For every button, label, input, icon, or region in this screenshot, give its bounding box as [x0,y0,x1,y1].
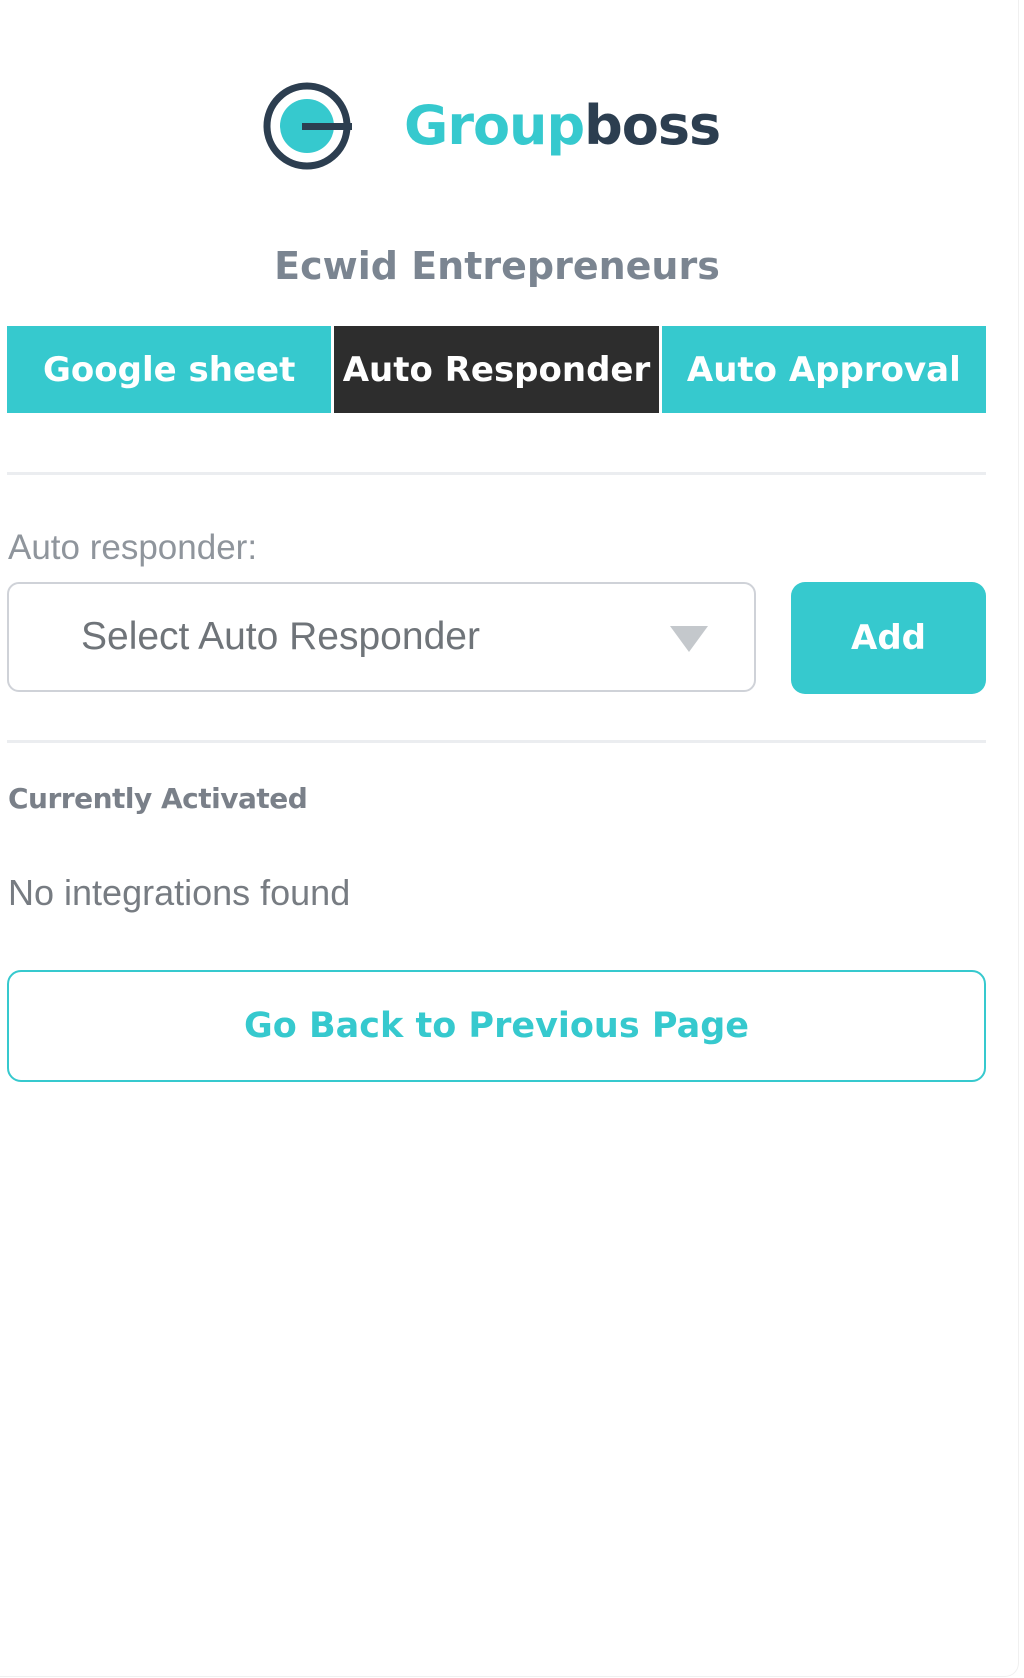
divider [7,472,986,475]
tab-google-sheet[interactable]: Google sheet [7,326,332,413]
groupboss-wordmark: Groupboss [404,99,721,153]
wordmark-part-group: Group [404,94,585,157]
currently-activated-title: Currently Activated [8,782,308,815]
divider [7,740,986,743]
group-title: Ecwid Entrepreneurs [274,244,720,288]
popup-panel: Groupboss Ecwid Entrepreneurs Google she… [0,0,1019,1677]
groupboss-logo: Groupboss [262,80,721,172]
groupboss-logo-icon [263,82,352,170]
auto-responder-label: Auto responder: [8,528,258,567]
auto-responder-select[interactable]: Select Auto Responder [7,582,756,692]
empty-state-text: No integrations found [8,872,351,913]
select-value: Select Auto Responder [81,615,480,658]
wordmark-part-boss: boss [584,94,721,157]
tab-auto-approval[interactable]: Auto Approval [661,326,986,413]
integration-tabs: Google sheet Auto Responder Auto Approva… [7,326,986,413]
caret-down-icon [670,626,708,652]
tab-auto-responder[interactable]: Auto Responder [334,326,659,413]
go-back-button[interactable]: Go Back to Previous Page [7,970,986,1082]
add-button[interactable]: Add [791,582,986,694]
